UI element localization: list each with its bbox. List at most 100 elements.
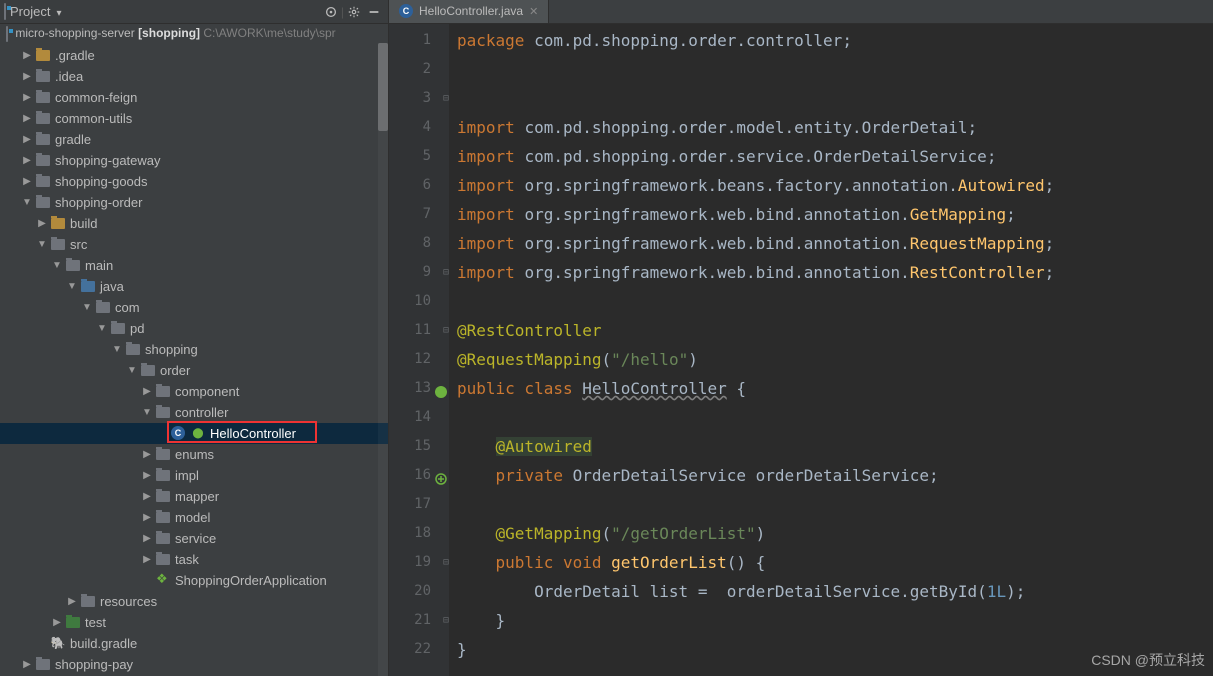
code-line[interactable] bbox=[449, 55, 1213, 84]
code-line[interactable]: ⊟@RestController bbox=[449, 316, 1213, 345]
line-number[interactable]: 11 bbox=[389, 316, 449, 345]
expander-icon[interactable]: ▼ bbox=[19, 197, 35, 208]
settings-button[interactable] bbox=[344, 2, 364, 22]
tree-row[interactable]: ▶build bbox=[0, 213, 388, 234]
tree-row[interactable]: ▶model bbox=[0, 507, 388, 528]
tree-row[interactable]: ▶impl bbox=[0, 465, 388, 486]
expander-icon[interactable]: ▶ bbox=[19, 155, 35, 166]
code-line[interactable]: @RequestMapping("/hello") bbox=[449, 345, 1213, 374]
line-number[interactable]: 12 bbox=[389, 345, 449, 374]
tree-row[interactable]: ▼com bbox=[0, 297, 388, 318]
tree-row[interactable]: ▶resources bbox=[0, 591, 388, 612]
expander-icon[interactable]: ▶ bbox=[19, 134, 35, 145]
tree-row[interactable]: ▶gradle bbox=[0, 129, 388, 150]
tree-row[interactable]: ▶component bbox=[0, 381, 388, 402]
line-number[interactable]: 9 bbox=[389, 258, 449, 287]
tree-row[interactable]: ▶test bbox=[0, 612, 388, 633]
expander-icon[interactable]: ▼ bbox=[79, 302, 95, 313]
tree-row[interactable]: ▶common-utils bbox=[0, 108, 388, 129]
tree-row[interactable]: ▶🐘build.gradle bbox=[0, 633, 388, 654]
line-number[interactable]: 20 bbox=[389, 577, 449, 606]
tree-row[interactable]: ▼pd bbox=[0, 318, 388, 339]
tree-row[interactable]: ▼controller bbox=[0, 402, 388, 423]
line-number[interactable]: 4 bbox=[389, 113, 449, 142]
project-tree[interactable]: ▶.gradle▶.idea▶common-feign▶common-utils… bbox=[0, 43, 388, 676]
tree-row[interactable]: ▶shopping-pay bbox=[0, 654, 388, 675]
tree-row[interactable]: ▶ShoppingOrderApplication bbox=[0, 570, 388, 591]
code-line[interactable] bbox=[449, 287, 1213, 316]
expander-icon[interactable]: ▶ bbox=[19, 113, 35, 124]
fold-open-icon[interactable]: ⊟ bbox=[443, 84, 453, 94]
spring-gutter-icon[interactable] bbox=[434, 381, 448, 395]
line-number[interactable]: 7 bbox=[389, 200, 449, 229]
line-number[interactable]: 17 bbox=[389, 490, 449, 519]
code-line[interactable]: import org.springframework.beans.factory… bbox=[449, 171, 1213, 200]
line-number[interactable]: 3 bbox=[389, 84, 449, 113]
editor-tab[interactable]: C HelloController.java ✕ bbox=[389, 0, 549, 23]
tree-row[interactable]: ▶task bbox=[0, 549, 388, 570]
line-number[interactable]: 1 bbox=[389, 26, 449, 55]
fold-open-icon[interactable]: ⊟ bbox=[443, 548, 453, 558]
expander-icon[interactable]: ▼ bbox=[124, 365, 140, 376]
expander-icon[interactable]: ▶ bbox=[139, 449, 155, 460]
tree-row[interactable]: ▶service bbox=[0, 528, 388, 549]
expander-icon[interactable]: ▶ bbox=[64, 596, 80, 607]
expander-icon[interactable]: ▶ bbox=[19, 71, 35, 82]
expander-icon[interactable]: ▶ bbox=[19, 92, 35, 103]
code-line[interactable] bbox=[449, 403, 1213, 432]
tree-row[interactable]: ▼shopping bbox=[0, 339, 388, 360]
code-line[interactable]: package com.pd.shopping.order.controller… bbox=[449, 26, 1213, 55]
code-editor[interactable]: package com.pd.shopping.order.controller… bbox=[449, 24, 1213, 676]
autowired-gutter-icon[interactable] bbox=[434, 468, 448, 482]
tree-row[interactable]: ▼java bbox=[0, 276, 388, 297]
project-root-row[interactable]: micro-shopping-server [shopping] C:\AWOR… bbox=[0, 24, 388, 43]
select-opened-file-button[interactable] bbox=[321, 2, 341, 22]
expander-icon[interactable]: ▶ bbox=[19, 176, 35, 187]
fold-close-icon[interactable]: ⊟ bbox=[443, 258, 453, 268]
expander-icon[interactable]: ▶ bbox=[19, 50, 35, 61]
tree-row[interactable]: ▶mapper bbox=[0, 486, 388, 507]
line-number[interactable]: 14 bbox=[389, 403, 449, 432]
expander-icon[interactable]: ▼ bbox=[34, 239, 50, 250]
tree-row[interactable]: ▼shopping-order bbox=[0, 192, 388, 213]
line-number[interactable]: 16 bbox=[389, 461, 449, 490]
code-line[interactable]: import com.pd.shopping.order.model.entit… bbox=[449, 113, 1213, 142]
code-line[interactable]: ⊟ bbox=[449, 84, 1213, 113]
scrollbar-thumb[interactable] bbox=[378, 43, 388, 131]
line-number[interactable]: 10 bbox=[389, 287, 449, 316]
project-title[interactable]: Project bbox=[4, 4, 62, 19]
expander-icon[interactable]: ▶ bbox=[139, 533, 155, 544]
tree-row[interactable]: ▼main bbox=[0, 255, 388, 276]
expander-icon[interactable]: ▶ bbox=[49, 617, 65, 628]
expander-icon[interactable]: ▶ bbox=[139, 386, 155, 397]
expander-icon[interactable]: ▼ bbox=[49, 260, 65, 271]
code-line[interactable]: ⊟ } bbox=[449, 606, 1213, 635]
expander-icon[interactable]: ▶ bbox=[19, 659, 35, 670]
expander-icon[interactable]: ▼ bbox=[64, 281, 80, 292]
expander-icon[interactable]: ▶ bbox=[139, 470, 155, 481]
expander-icon[interactable]: ▼ bbox=[94, 323, 110, 334]
expander-icon[interactable]: ▼ bbox=[139, 407, 155, 418]
close-icon[interactable]: ✕ bbox=[529, 5, 538, 18]
expander-icon[interactable]: ▼ bbox=[109, 344, 125, 355]
expander-icon[interactable]: ▶ bbox=[139, 554, 155, 565]
fold-open-icon[interactable]: ⊟ bbox=[443, 316, 453, 326]
line-number[interactable]: 22 bbox=[389, 635, 449, 664]
code-line[interactable]: private OrderDetailService orderDetailSe… bbox=[449, 461, 1213, 490]
tree-row[interactable]: ▶common-feign bbox=[0, 87, 388, 108]
code-line[interactable]: @Autowired bbox=[449, 432, 1213, 461]
line-number[interactable]: 5 bbox=[389, 142, 449, 171]
tree-row[interactable]: ▼src bbox=[0, 234, 388, 255]
line-number[interactable]: 13 bbox=[389, 374, 449, 403]
code-line[interactable]: OrderDetail list = orderDetailService.ge… bbox=[449, 577, 1213, 606]
tree-row[interactable]: ▼order bbox=[0, 360, 388, 381]
tree-row[interactable]: ▶.gradle bbox=[0, 45, 388, 66]
expander-icon[interactable]: ▶ bbox=[139, 491, 155, 502]
line-number[interactable]: 6 bbox=[389, 171, 449, 200]
line-number[interactable]: 8 bbox=[389, 229, 449, 258]
code-line[interactable]: @GetMapping("/getOrderList") bbox=[449, 519, 1213, 548]
line-number[interactable]: 2 bbox=[389, 55, 449, 84]
code-line[interactable]: public class HelloController { bbox=[449, 374, 1213, 403]
code-line[interactable] bbox=[449, 490, 1213, 519]
line-number[interactable]: 15 bbox=[389, 432, 449, 461]
